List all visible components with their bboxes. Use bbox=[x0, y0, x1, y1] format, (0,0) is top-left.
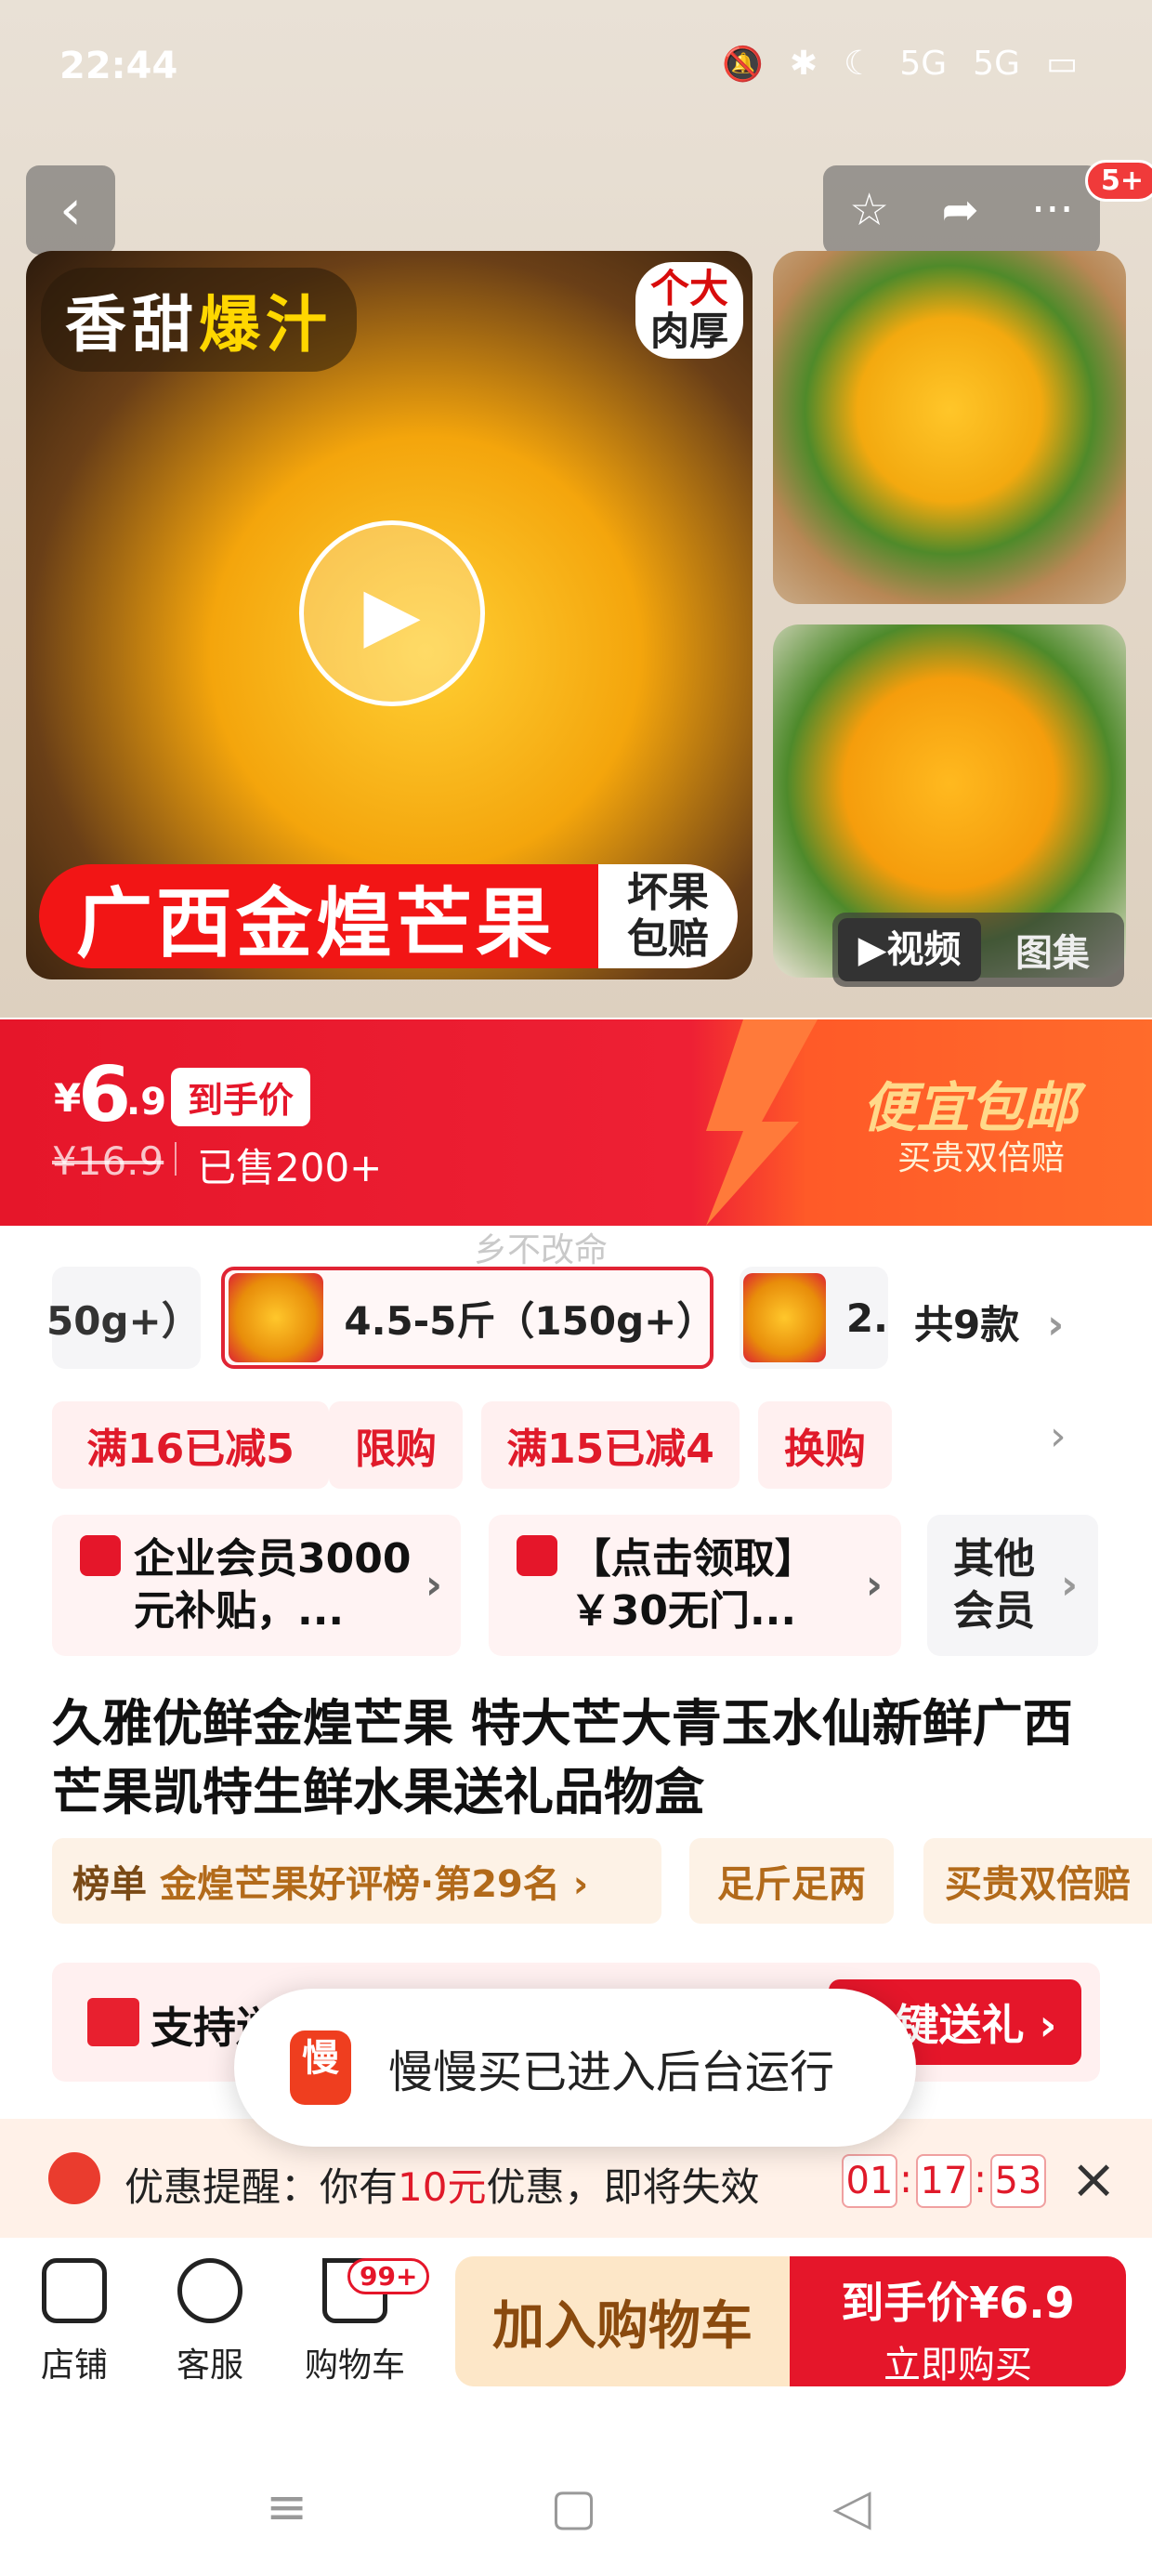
back-triangle-icon[interactable]: ◁ bbox=[832, 2477, 871, 2536]
close-icon[interactable]: × bbox=[1070, 2147, 1117, 2212]
app-icon: 慢 bbox=[290, 2031, 351, 2105]
tag-big-thick: 个大 肉厚 bbox=[635, 262, 743, 359]
play-icon: ▶ bbox=[363, 570, 421, 657]
mute-icon: 🔕 bbox=[722, 46, 764, 84]
chevron-right-icon[interactable]: › bbox=[1050, 1413, 1067, 1460]
final-price-tag: 到手价 bbox=[171, 1068, 311, 1126]
clock-icon bbox=[48, 2152, 100, 2204]
service-icon bbox=[177, 2258, 242, 2323]
sku-option-next[interactable]: 2. bbox=[740, 1267, 888, 1369]
shop-icon bbox=[42, 2258, 107, 2323]
background-toast: 慢 慢慢买已进入后台运行 bbox=[234, 1989, 916, 2147]
chevron-right-icon: › bbox=[1061, 1561, 1079, 1609]
lightning-icon bbox=[706, 1019, 818, 1226]
moon-icon: ☾ bbox=[844, 45, 874, 83]
bluetooth-icon: ✱ bbox=[789, 45, 818, 83]
status-time: 22:44 bbox=[59, 45, 178, 87]
share-icon[interactable]: ➦ bbox=[942, 184, 979, 236]
back-button[interactable]: ‹ bbox=[26, 165, 115, 255]
add-to-cart-button[interactable]: 加入购物车 bbox=[455, 2256, 790, 2386]
tab-video[interactable]: ▶视频 bbox=[838, 918, 981, 981]
status-icons: 🔕 ✱ ☾ 5G 5G ▭ bbox=[722, 45, 1078, 84]
star-icon[interactable]: ☆ bbox=[849, 184, 889, 236]
tag-full-weight: 足斤足两 bbox=[689, 1838, 894, 1924]
nav-shop[interactable]: 店铺 bbox=[19, 2258, 130, 2386]
product-title: 久雅优鲜金煌芒果 特大芒大青玉水仙新鲜广西芒果凯特生鲜水果送礼品物盒 bbox=[52, 1694, 1073, 1821]
top-action-group: ☆ ➦ ··· bbox=[823, 165, 1100, 255]
coupon-icon bbox=[517, 1535, 557, 1576]
signal-icon-2: 5G bbox=[973, 45, 1020, 83]
sku-thumbnail bbox=[229, 1273, 324, 1362]
home-icon[interactable]: ▢ bbox=[550, 2477, 597, 2536]
sku-option-prev[interactable]: 50g+） bbox=[46, 1267, 201, 1369]
sold-count: 已售200+ bbox=[197, 1145, 383, 1190]
refund-badge: 坏果 包赔 bbox=[598, 864, 738, 968]
tag-double-compensation: 买贵双倍赔 bbox=[923, 1838, 1152, 1924]
coupon-chip[interactable]: 限购 bbox=[329, 1401, 463, 1489]
status-bar: 22:44 🔕 ✱ ☾ 5G 5G ▭ bbox=[0, 0, 1152, 139]
media-toggle: ▶视频 图集 bbox=[832, 913, 1124, 987]
chevron-right-icon: › bbox=[865, 1561, 883, 1609]
more-icon[interactable]: ··· bbox=[1031, 184, 1074, 236]
price-decimal: .9 bbox=[126, 1081, 167, 1124]
play-video-button[interactable]: ▶ bbox=[299, 520, 485, 706]
price-bar: ¥ 6 .9 到手价 ¥16.9 已售200+ 便宜包邮 买贵双倍赔 bbox=[0, 1019, 1152, 1226]
message-badge: 5+ bbox=[1085, 160, 1152, 202]
coupon-chip[interactable]: 满16已减5 bbox=[52, 1401, 329, 1489]
countdown-minutes: 17 bbox=[916, 2154, 972, 2208]
side-product-image-1[interactable] bbox=[773, 251, 1126, 604]
price-integer: 6 bbox=[78, 1051, 132, 1139]
reminder-text: 优惠提醒：你有10元优惠，即将失效 bbox=[124, 2164, 760, 2210]
gift-icon bbox=[87, 1998, 139, 2046]
product-gallery: 22:44 🔕 ✱ ☾ 5G 5G ▭ ‹ ☆ ➦ ··· 5+ 香甜爆汁 个大… bbox=[0, 0, 1152, 1018]
nav-service[interactable]: 客服 bbox=[154, 2258, 266, 2386]
other-member-card[interactable]: 其他会员 › bbox=[927, 1515, 1098, 1656]
chevron-right-icon: › bbox=[1032, 1301, 1065, 1348]
coupon-chip[interactable]: 换购 bbox=[758, 1401, 892, 1489]
ranking-tag[interactable]: 榜单 金煌芒果好评榜·第29名 › bbox=[52, 1838, 661, 1924]
countdown-seconds: 53 bbox=[990, 2154, 1046, 2208]
watermark-text: 乡不改命 bbox=[474, 1231, 609, 1269]
tab-gallery[interactable]: 图集 bbox=[981, 923, 1124, 977]
signal-icon: 5G bbox=[899, 45, 948, 83]
toast-message: 慢慢买已进入后台运行 bbox=[388, 2046, 835, 2098]
cart-count-badge: 99+ bbox=[347, 2258, 430, 2294]
enterprise-member-card[interactable]: 企业会员3000元补贴，... › bbox=[52, 1515, 461, 1656]
chevron-left-icon: ‹ bbox=[59, 177, 82, 243]
coupon-claim-card[interactable]: 【点击领取】￥30无门... › bbox=[489, 1515, 901, 1656]
countdown-hours: 01 bbox=[842, 2154, 897, 2208]
system-navigation-bar: ≡ ▢ ◁ bbox=[0, 2416, 1152, 2576]
tag-sweet-juicy: 香甜爆汁 bbox=[41, 268, 357, 372]
original-price: ¥16.9 bbox=[52, 1138, 164, 1184]
bottom-action-bar: 店铺 客服 购物车 99+ 加入购物车 到手价¥6.9 立即购买 bbox=[0, 2240, 1152, 2416]
buy-now-button[interactable]: 到手价¥6.9 立即购买 bbox=[790, 2256, 1126, 2386]
sku-count[interactable]: 共9款 › bbox=[914, 1294, 1064, 1350]
user-icon bbox=[80, 1535, 121, 1576]
battery-icon: ▭ bbox=[1045, 45, 1078, 83]
countdown-separator: : bbox=[974, 2156, 988, 2201]
image-title-banner: 广西金煌芒果 坏果 包赔 bbox=[39, 864, 738, 968]
menu-icon[interactable]: ≡ bbox=[266, 2477, 308, 2536]
sku-thumbnail bbox=[743, 1273, 826, 1362]
coupon-chip[interactable]: 满15已减4 bbox=[481, 1401, 740, 1489]
currency-symbol: ¥ bbox=[54, 1075, 82, 1121]
divider bbox=[175, 1142, 177, 1176]
chevron-right-icon: › bbox=[425, 1561, 442, 1609]
countdown-separator: : bbox=[899, 2156, 913, 2201]
promo-subtitle: 买贵双倍赔 bbox=[897, 1139, 1066, 1177]
sku-option-selected[interactable]: 4.5-5斤（150g+） bbox=[221, 1267, 715, 1369]
